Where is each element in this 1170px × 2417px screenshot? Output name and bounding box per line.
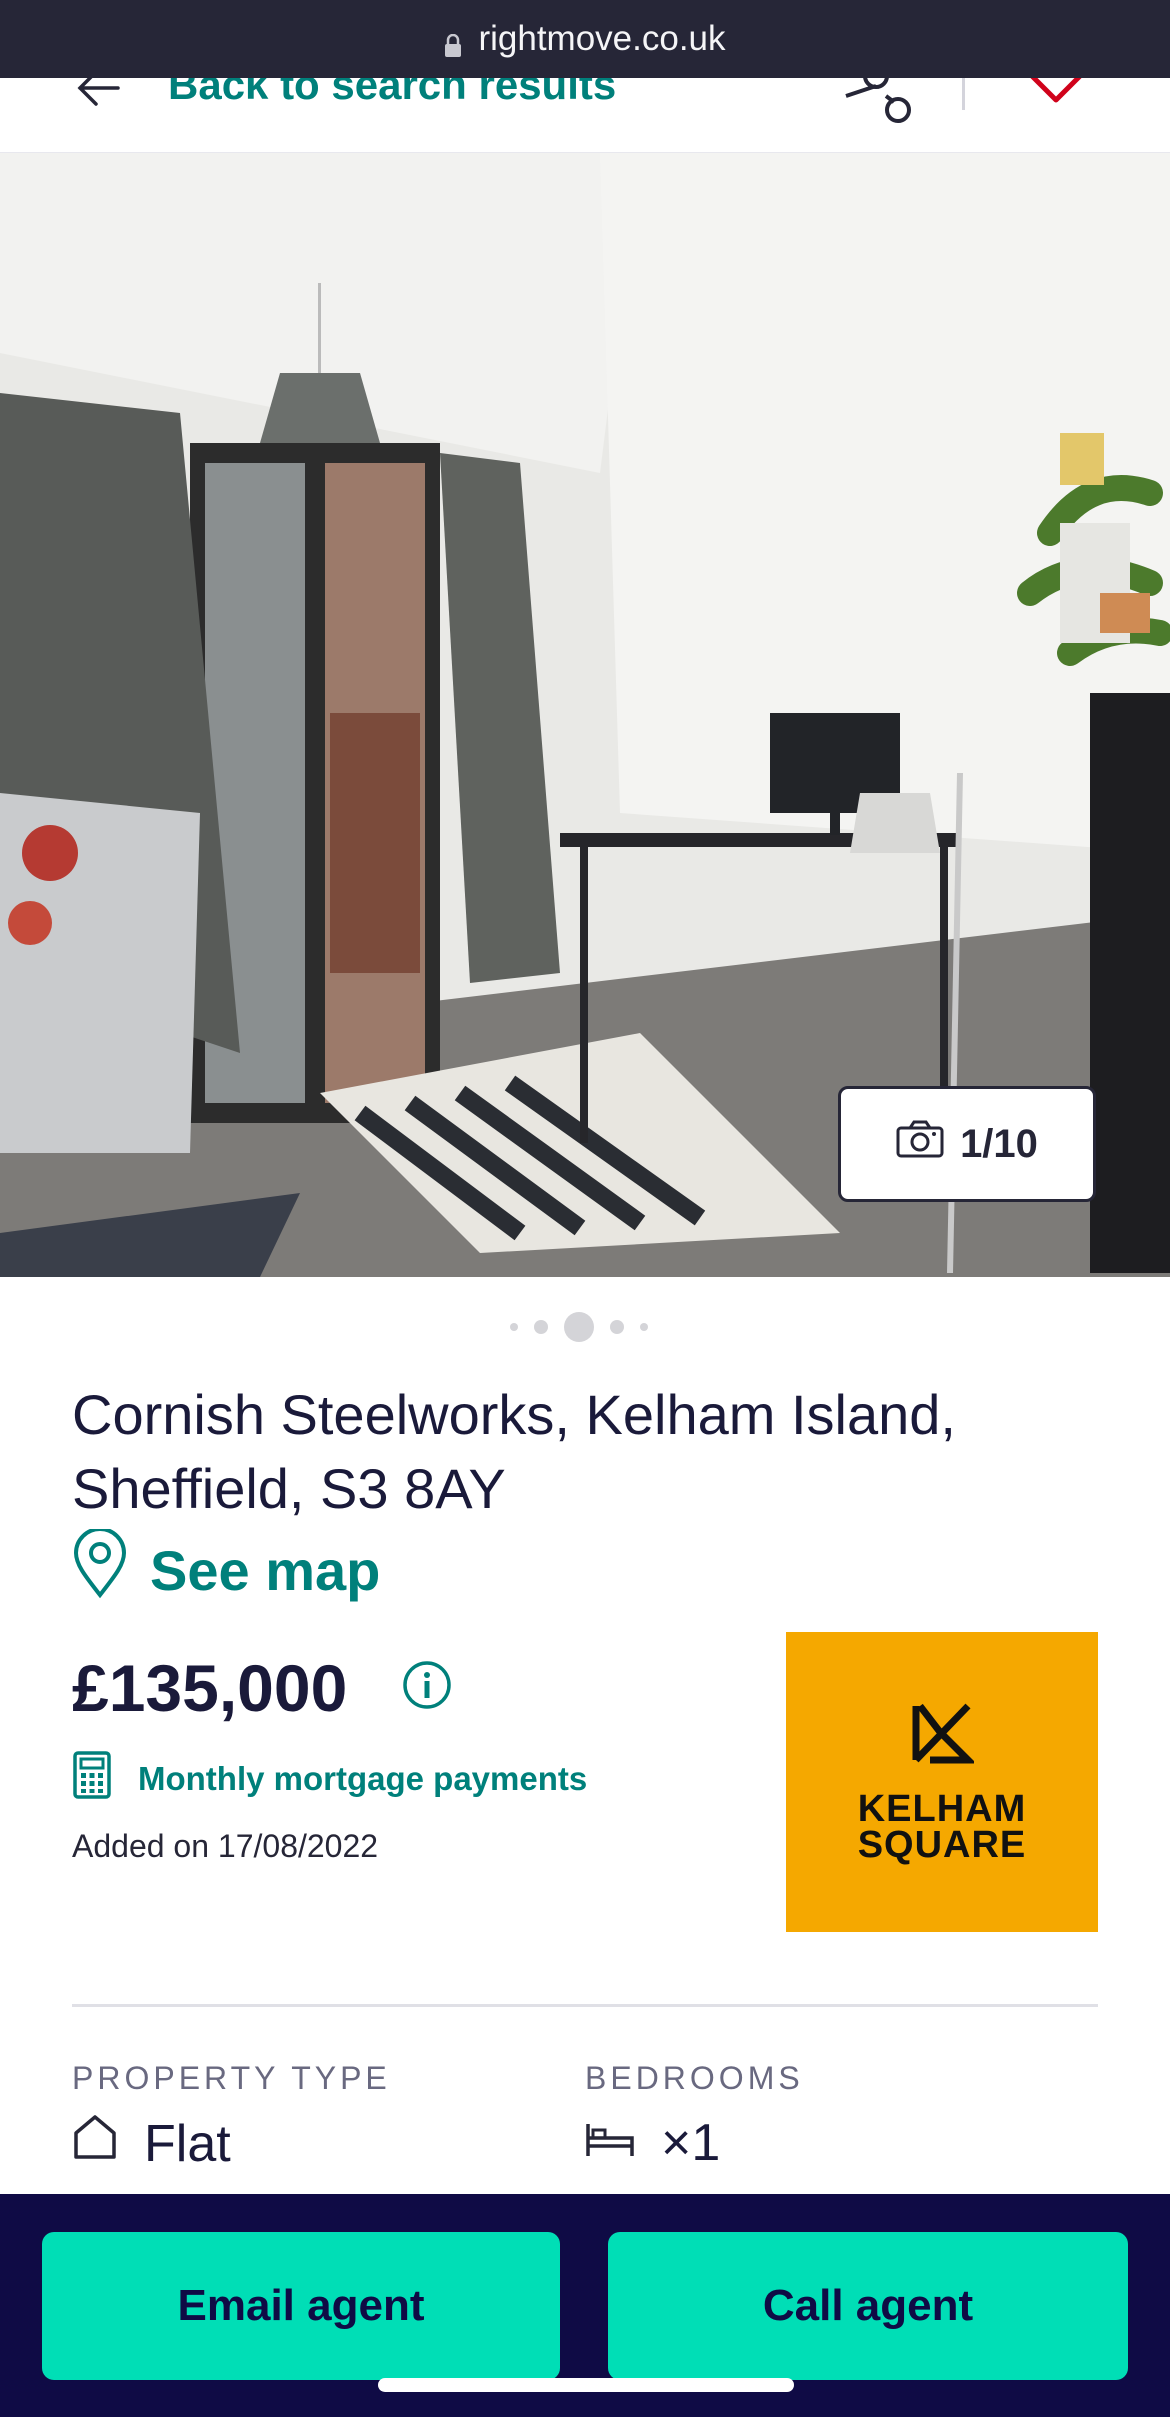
kelham-k-icon — [910, 1702, 977, 1769]
lock-icon — [444, 27, 462, 57]
calculator-icon — [72, 1750, 112, 1808]
address-line-1: Cornish Steelworks, Kelham Island, — [72, 1383, 956, 1446]
share-icon[interactable] — [836, 78, 914, 131]
agent-logo-text: KELHAM SQUARE — [857, 1787, 1027, 1866]
see-map-label: See map — [150, 1538, 381, 1602]
bedrooms-feature: BEDROOMS ×1 — [585, 2060, 804, 2173]
house-icon — [72, 2113, 118, 2174]
top-nav: Back to search results — [0, 78, 1170, 154]
back-arrow-icon[interactable] — [72, 78, 122, 113]
agent-logo[interactable]: KELHAM SQUARE — [786, 1632, 1098, 1932]
carousel-dot[interactable] — [510, 1323, 518, 1331]
home-indicator[interactable] — [378, 2378, 794, 2392]
see-map-link[interactable]: See map — [72, 1526, 381, 1606]
address-line-2: Sheffield, S3 8AY — [72, 1457, 506, 1520]
mortgage-payments-link[interactable]: Monthly mortgage payments — [72, 1750, 587, 1808]
property-address: Cornish Steelworks, Kelham Island, Sheff… — [72, 1378, 1052, 1526]
browser-url-bar[interactable]: rightmove.co.uk — [0, 0, 1170, 78]
property-type-value: Flat — [144, 2114, 231, 2173]
back-to-results-link[interactable]: Back to search results — [168, 78, 616, 106]
bed-icon — [585, 2113, 635, 2173]
added-date: Added on 17/08/2022 — [72, 1828, 379, 1864]
heart-icon[interactable] — [1024, 78, 1088, 109]
carousel-dots — [510, 1312, 648, 1342]
url-text: rightmove.co.uk — [478, 19, 726, 58]
bedrooms-value: ×1 — [661, 2114, 721, 2172]
camera-icon — [896, 1120, 944, 1168]
email-agent-button[interactable]: Email agent — [42, 2232, 560, 2380]
carousel-dot-active[interactable] — [564, 1312, 594, 1342]
price-info-icon[interactable] — [402, 1660, 452, 1715]
carousel-dot[interactable] — [534, 1320, 548, 1334]
call-agent-button[interactable]: Call agent — [608, 2232, 1128, 2380]
carousel-dot[interactable] — [640, 1323, 648, 1331]
section-divider — [72, 2004, 1098, 2007]
property-price: £135,000 — [72, 1651, 348, 1725]
photo-count-text: 1/10 — [960, 1121, 1038, 1166]
carousel-dot[interactable] — [610, 1320, 624, 1334]
photo-count-button[interactable]: 1/10 — [838, 1086, 1096, 1202]
mortgage-label: Monthly mortgage payments — [138, 1760, 588, 1797]
property-type-feature: PROPERTY TYPE Flat — [72, 2060, 391, 2174]
property-type-label: PROPERTY TYPE — [72, 2060, 391, 2096]
nav-divider — [962, 78, 965, 110]
bedrooms-label: BEDROOMS — [585, 2060, 804, 2096]
map-pin-icon — [72, 1526, 128, 1612]
